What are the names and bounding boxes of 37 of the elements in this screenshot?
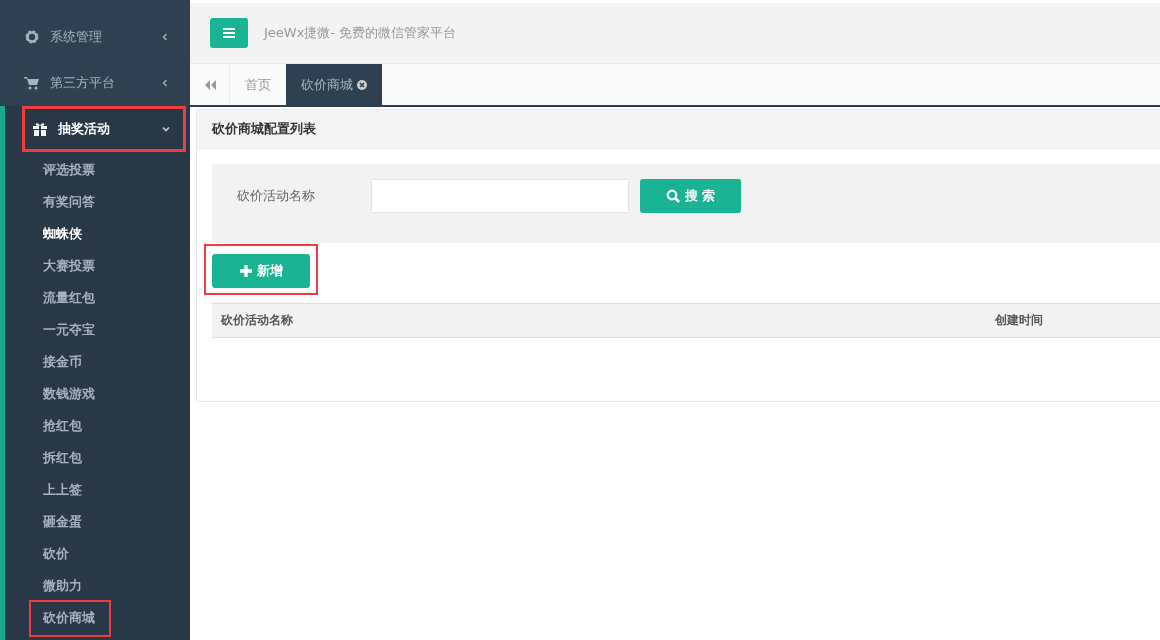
sidebar-submenu-item[interactable]: 流量红包 — [29, 282, 109, 314]
page-tab[interactable]: 砍价商城 — [286, 64, 382, 105]
sidebar-submenu-item[interactable]: 数钱游戏 — [29, 378, 109, 410]
chevron-left-icon — [160, 32, 170, 42]
menu-icon — [223, 28, 235, 38]
sidebar-submenu-item[interactable]: 蜘蛛侠 — [29, 218, 96, 250]
gear-icon — [24, 29, 40, 45]
sidebar-submenu-item[interactable]: 微助力 — [29, 570, 96, 602]
double-left-arrow-icon — [203, 79, 216, 90]
field-label: 砍价活动名称 — [237, 187, 316, 205]
chevron-down-icon — [161, 124, 171, 134]
menu-button[interactable] — [210, 18, 248, 48]
gift-icon — [32, 121, 48, 137]
sidebar-submenu-item[interactable]: 拆红包 — [29, 442, 96, 474]
search-icon — [665, 189, 680, 203]
sidebar-submenu-item[interactable]: 砍价商城 — [29, 599, 111, 637]
sidebar-submenu-item[interactable]: 抢红包 — [29, 410, 96, 442]
input-field[interactable] — [371, 179, 629, 213]
close-icon[interactable] — [357, 79, 367, 90]
plus-icon — [239, 265, 252, 277]
sidebar-submenu-item[interactable]: 评选投票 — [29, 154, 109, 186]
column-header: 砍价活动名称 — [219, 312, 294, 329]
sidebar-submenu-item[interactable]: 有奖问答 — [29, 186, 109, 218]
app-title: JeeWx捷微- 免费的微信管家平台 — [264, 24, 457, 42]
column-header: 创建时间 — [995, 312, 1043, 329]
sidebar-menu-item[interactable]: 系统管理 — [0, 14, 190, 60]
sidebar-menu-item[interactable]: 抽奖活动 — [22, 106, 186, 152]
sidebar-submenu-item[interactable]: 砸金蛋 — [29, 506, 96, 538]
sidebar-submenu-item[interactable]: 砍价 — [29, 538, 83, 570]
panel-title: 砍价商城配置列表 — [212, 120, 316, 138]
sidebar-submenu-item[interactable]: 大赛投票 — [29, 250, 109, 282]
cart-icon — [24, 75, 40, 91]
sidebar-submenu-item[interactable]: 上上签 — [29, 474, 96, 506]
sidebar-submenu-item[interactable]: 接金币 — [29, 346, 96, 378]
sidebar-menu-item[interactable]: 第三方平台 — [0, 60, 190, 106]
sidebar-submenu-item[interactable]: 一元夺宝 — [29, 314, 109, 346]
chevron-left-icon — [160, 78, 170, 88]
